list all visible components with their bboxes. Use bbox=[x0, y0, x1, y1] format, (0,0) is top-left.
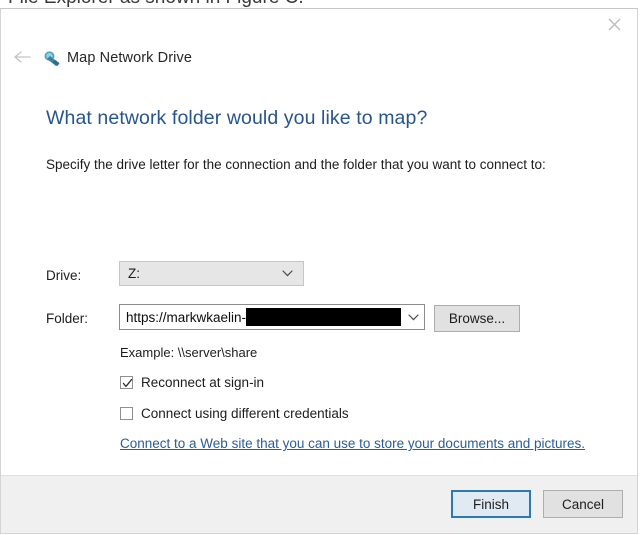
different-credentials-label: Connect using different credentials bbox=[141, 406, 349, 421]
folder-input[interactable]: https://markwkaelin- bbox=[119, 304, 425, 330]
instruction-text: Specify the drive letter for the connect… bbox=[46, 157, 546, 172]
different-credentials-checkbox[interactable]: Connect using different credentials bbox=[120, 406, 349, 421]
footer-button-group: Finish Cancel bbox=[451, 490, 623, 518]
back-arrow-icon[interactable] bbox=[9, 44, 35, 70]
checkbox-box-unchecked bbox=[120, 407, 133, 420]
dialog-title: Map Network Drive bbox=[67, 50, 192, 66]
map-network-drive-dialog: Map Network Drive What network folder wo… bbox=[0, 8, 638, 534]
drive-selected-value: Z: bbox=[128, 266, 140, 281]
dialog-footer: Finish Cancel bbox=[1, 475, 637, 533]
folder-value-text: https://markwkaelin- bbox=[126, 309, 247, 325]
background-window-cutoff-text: File Explorer as shown in Figure C. bbox=[8, 0, 304, 8]
background-window-text: File Explorer as shown in Figure C. bbox=[0, 0, 640, 8]
finish-button[interactable]: Finish bbox=[451, 490, 531, 518]
dialog-content: What network folder would you like to ma… bbox=[1, 79, 637, 474]
example-path-text: Example: \\server\share bbox=[120, 345, 258, 360]
dialog-title-bar: Map Network Drive bbox=[1, 9, 637, 79]
connect-to-website-link[interactable]: Connect to a Web site that you can use t… bbox=[120, 436, 585, 451]
close-icon[interactable] bbox=[591, 9, 637, 39]
reconnect-at-signin-checkbox[interactable]: Reconnect at sign-in bbox=[120, 375, 264, 390]
redaction-bar bbox=[246, 308, 401, 326]
drive-label: Drive: bbox=[46, 268, 82, 283]
page-title: What network folder would you like to ma… bbox=[46, 107, 428, 129]
map-network-drive-icon bbox=[43, 50, 61, 68]
chevron-down-icon[interactable] bbox=[402, 305, 424, 329]
folder-label: Folder: bbox=[46, 311, 89, 326]
drive-select[interactable]: Z: bbox=[119, 261, 304, 286]
checkbox-box-checked bbox=[120, 376, 133, 389]
chevron-down-icon bbox=[277, 270, 303, 277]
browse-button[interactable]: Browse... bbox=[434, 305, 520, 332]
cancel-button[interactable]: Cancel bbox=[543, 490, 623, 518]
reconnect-at-signin-label: Reconnect at sign-in bbox=[141, 375, 265, 390]
